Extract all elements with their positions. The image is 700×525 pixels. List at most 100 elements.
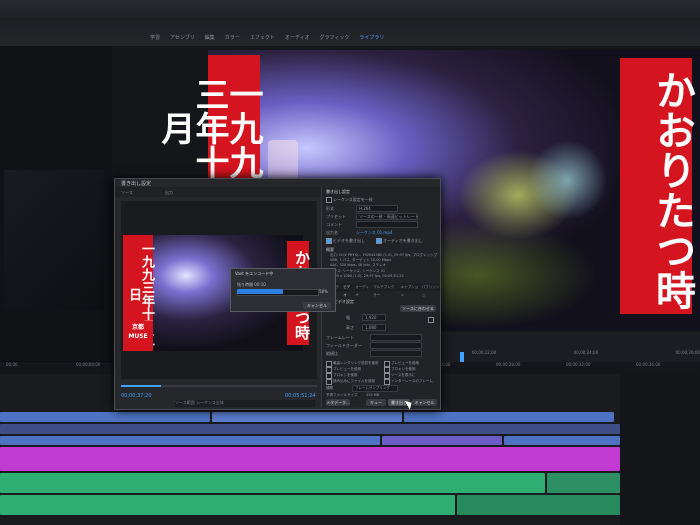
frame-rate-select[interactable]: [370, 334, 422, 341]
export-audio-label: オーディオを書き出し: [383, 238, 423, 243]
program-title-banner-left: 一九九三年十月: [155, 55, 263, 195]
option-label: プレビューを使用: [333, 367, 361, 371]
match-sequence-label: シーケンス設定を一致: [333, 197, 373, 202]
video-clip[interactable]: [504, 436, 620, 445]
tab-assembly[interactable]: アセンブリ: [170, 34, 195, 44]
tab-libraries[interactable]: ライブラリ: [359, 34, 384, 44]
aspect-select[interactable]: [370, 350, 422, 357]
timecode-in[interactable]: 00;00;37;20: [121, 393, 152, 399]
source-preview: [4, 170, 104, 310]
height-field[interactable]: 1,080: [362, 324, 386, 331]
preview-venue-label: 京都 MUSE: [123, 321, 153, 351]
queue-button[interactable]: キュー: [366, 399, 386, 406]
encoding-progress-dialog: Vaxt をエンコード中 残り時間 00:10 58% キャンセル: [230, 268, 336, 312]
export-video-checkbox[interactable]: [326, 238, 332, 244]
encoding-percent: 58%: [319, 289, 328, 294]
timeline-ruler-tick: 00;00;32;00: [566, 362, 591, 367]
comment-label: コメント: [326, 222, 342, 227]
video-clip[interactable]: [0, 412, 210, 422]
tab-color[interactable]: カラー: [225, 34, 240, 44]
option-label: インターレースのフレーム: [391, 379, 433, 383]
workspace-tabs: 学習 アセンブリ 編集 カラー エフェクト オーディオ グラフィック ライブラリ: [150, 34, 384, 44]
output-name-link[interactable]: シーケンス 01.mp4: [356, 230, 392, 236]
field-order-label: フィールドオーダー: [326, 343, 362, 348]
export-audio-checkbox[interactable]: [376, 238, 382, 244]
option-label: ソースを表示に: [391, 373, 416, 377]
export-settings-panel: 書き出し設定 シーケンス設定を一致 形式 H.264 プリセット ソースの一致 …: [321, 187, 440, 407]
tab-graphics[interactable]: グラフィック: [319, 34, 349, 44]
encoding-title: Vaxt をエンコード中: [235, 271, 274, 276]
settings-tabs: エフェクト ビデオ オーディオ マルチプレクサー キャプション パブリッシュ: [322, 283, 440, 297]
interpolation-label: 補間: [326, 386, 333, 390]
video-clip[interactable]: [212, 412, 402, 422]
comment-field[interactable]: [356, 221, 418, 228]
monitor-bezel: [0, 0, 700, 20]
timeline-ruler-tick: 00;00;36;00: [636, 362, 661, 367]
video-clip[interactable]: [0, 424, 620, 434]
program-ruler-tick: 00;00;24;00: [573, 350, 599, 355]
width-field[interactable]: 1,920: [362, 314, 386, 321]
option-label: 読み込みにファイルを使用: [333, 379, 375, 383]
interpolation-value: フレームサンプリング: [355, 386, 390, 390]
tab-captions[interactable]: キャプション: [401, 283, 419, 297]
video-clip[interactable]: [404, 412, 614, 422]
cancel-button[interactable]: キャンセル: [412, 399, 437, 406]
tab-audio[interactable]: オーディオ: [285, 34, 310, 44]
program-title-banner-right: かおりたつ時: [620, 58, 696, 314]
export-video-label: ビデオを書き出し: [333, 238, 365, 243]
tab-publish[interactable]: パブリッシュ: [422, 283, 440, 297]
import-file-checkbox[interactable]: [326, 379, 332, 385]
tab-learn[interactable]: 学習: [150, 34, 160, 44]
field-order-select[interactable]: [370, 342, 422, 349]
summary-line: 1920 x 1080 (1.0), 29.97 fps, 00;05;51;2…: [330, 274, 404, 278]
metadata-button[interactable]: メタデータ...: [326, 399, 350, 406]
tab-source[interactable]: ソース: [121, 190, 133, 196]
source-range-select[interactable]: ソース範囲 シーケンス全体: [175, 400, 315, 407]
timeline-ruler-tick: 00;00;28;00: [496, 362, 521, 367]
tab-audio-settings[interactable]: オーディオ: [355, 283, 370, 297]
option-label: 最高レンダリング品質を使用: [333, 361, 379, 365]
height-value: 1,080: [365, 325, 377, 330]
encoding-cancel-button[interactable]: キャンセル: [303, 302, 331, 309]
output-name-label: 出力名: [326, 230, 338, 235]
filesize-value: 435 MB: [366, 393, 380, 397]
width-label: 幅: [346, 315, 350, 320]
tab-video-settings[interactable]: ビデオ: [343, 283, 352, 297]
summary-line: AAC, 320 kbps, 48 kHz, ステレオ: [330, 263, 387, 267]
source-range-value: シーケンス全体: [196, 400, 224, 405]
audio-meters: [620, 374, 700, 525]
program-playhead[interactable]: [460, 352, 464, 362]
frame-rate-checkbox[interactable]: [428, 317, 434, 323]
filesize-label: 予測ファイルサイズ: [326, 393, 358, 397]
format-select[interactable]: H.264: [356, 205, 398, 212]
audio-clip[interactable]: [0, 473, 545, 493]
audio-clip[interactable]: [547, 473, 620, 493]
tab-multiplexer[interactable]: マルチプレクサー: [373, 283, 397, 297]
width-value: 1,920: [365, 315, 377, 320]
preset-label: プリセット: [326, 214, 346, 219]
option-label: プロキシを使用: [333, 373, 358, 377]
match-sequence-checkbox[interactable]: [326, 197, 332, 203]
export-scrub-position[interactable]: [121, 385, 161, 387]
preset-value: ソースの一致 - 高速ビットレート: [359, 214, 419, 219]
audio-clip[interactable]: [457, 495, 620, 515]
video-clip[interactable]: [0, 436, 380, 445]
preset-select[interactable]: ソースの一致 - 高速ビットレート: [356, 213, 419, 220]
timeline-ruler-tick: 00;00: [6, 362, 18, 367]
height-label: 高さ: [346, 325, 354, 330]
video-clip[interactable]: [382, 436, 502, 445]
remaining-label: 残り時間: [237, 282, 253, 287]
settings-header: 書き出し設定: [326, 189, 350, 194]
graphics-clip[interactable]: [0, 447, 620, 471]
remaining-value: 00:10: [254, 282, 266, 287]
tab-effects[interactable]: エフェクト: [250, 34, 275, 44]
interpolation-select[interactable]: フレームサンプリング: [352, 385, 398, 392]
tab-editing[interactable]: 編集: [205, 34, 215, 44]
dialog-title: 書き出し設定: [121, 181, 152, 187]
format-value: H.264: [359, 206, 371, 211]
audio-clip[interactable]: [0, 495, 455, 515]
tab-output[interactable]: 出力: [165, 190, 173, 196]
encoding-progress-fill: [237, 289, 284, 294]
timecode-out[interactable]: 00;05;51;24: [285, 393, 316, 399]
match-source-button[interactable]: ソースに合わせる: [400, 305, 436, 312]
